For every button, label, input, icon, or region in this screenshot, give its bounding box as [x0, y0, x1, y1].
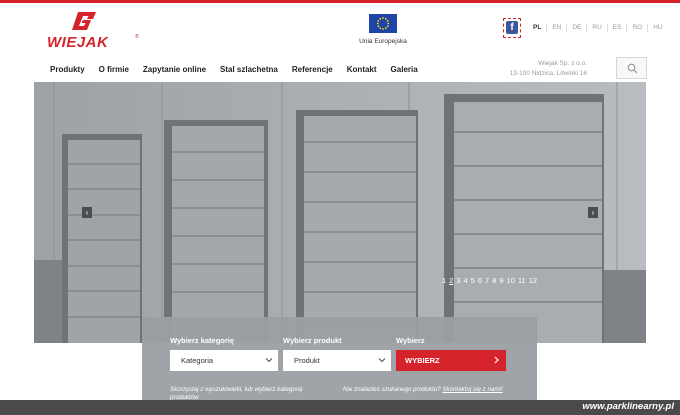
product-select[interactable]: Produkt	[283, 350, 391, 371]
language-es[interactable]: ES	[606, 24, 627, 32]
slide-10-button[interactable]: 10	[507, 276, 515, 285]
slide-11-button[interactable]: 11	[518, 276, 526, 285]
chevron-right-icon	[494, 356, 499, 364]
contact-link[interactable]: Skontaktuj się z nami!	[442, 386, 502, 393]
choose-button-label: WYBIERZ	[405, 356, 440, 365]
language-pl[interactable]: PL	[528, 24, 546, 32]
chevron-down-icon	[378, 358, 386, 363]
slide-2-button[interactable]: 2	[449, 276, 453, 285]
garage-doors-photo	[34, 82, 646, 343]
address-line-1: Wiejak Sp. z o.o.	[538, 60, 587, 67]
action-label: Wybierz	[396, 336, 425, 345]
language-ro[interactable]: RO	[626, 24, 647, 32]
logo-wordmark: WIEJAK	[47, 34, 109, 51]
facebook-icon: f	[506, 21, 518, 34]
slide-7-button[interactable]: 7	[485, 276, 489, 285]
slide-6-button[interactable]: 6	[478, 276, 482, 285]
nav-item-o-firmie[interactable]: O firmie	[99, 65, 129, 74]
contact-hint: Nie znalazłeś szukanego produktu? Skonta…	[343, 386, 533, 394]
slide-12-button[interactable]: 12	[529, 276, 537, 285]
address-line-2: 13-100 Nidzica, Litwinki 16	[509, 70, 587, 77]
wiejak-logo[interactable]: WIEJAK ®	[47, 10, 147, 51]
nav-item-zapytanie-online[interactable]: Zapytanie online	[143, 65, 206, 74]
company-address: Wiejak Sp. z o.o. 13-100 Nidzica, Litwin…	[495, 59, 587, 79]
watermark-text: www.parklinearny.pl	[582, 401, 674, 412]
logo-registered-mark: ®	[135, 34, 139, 40]
nav-item-produkty[interactable]: Produkty	[50, 65, 85, 74]
slide-1-button[interactable]: 1	[442, 276, 446, 285]
slide-8-button[interactable]: 8	[492, 276, 496, 285]
logo-mark-icon	[72, 12, 96, 30]
contact-hint-text: Nie znalazłeś szukanego produktu?	[343, 386, 441, 393]
slide-4-button[interactable]: 4	[464, 276, 468, 285]
chevron-down-icon	[265, 358, 273, 363]
eu-badge[interactable]: Unia Europejska	[357, 14, 409, 45]
nav-item-referencje[interactable]: Referencje	[292, 65, 333, 74]
nav-item-kontakt[interactable]: Kontakt	[347, 65, 377, 74]
search-icon	[627, 63, 638, 74]
facebook-link[interactable]: f	[503, 18, 521, 38]
watermark-bar: www.parklinearny.pl	[0, 400, 680, 415]
category-select-value: Kategoria	[181, 356, 214, 365]
search-button[interactable]	[616, 57, 647, 79]
nav-item-stal-szlachetna[interactable]: Stal szlachetna	[220, 65, 278, 74]
language-ru[interactable]: RU	[586, 24, 606, 32]
main-navigation: Produkty O firmie Zapytanie online Stal szl…	[50, 65, 432, 74]
slider-next-button[interactable]: ›	[588, 207, 598, 218]
category-label: Wybierz kategorię	[170, 336, 235, 345]
product-label: Wybierz produkt	[283, 336, 342, 345]
language-de[interactable]: DE	[566, 24, 586, 32]
slide-5-button[interactable]: 5	[471, 276, 475, 285]
top-accent-strip	[0, 0, 680, 3]
eu-label: Unia Europejska	[359, 38, 407, 45]
language-en[interactable]: EN	[546, 24, 566, 32]
language-hu[interactable]: HU	[647, 24, 667, 32]
choose-button[interactable]: WYBIERZ	[396, 350, 506, 371]
slide-3-button[interactable]: 3	[456, 276, 460, 285]
slider-pagination: 1 2 3 4 5 6 7 8 9 10 11 12	[442, 276, 540, 285]
hero-slider: ‹ › 1 2 3 4 5 6 7 8 9 10 11 12	[34, 82, 646, 343]
slide-9-button[interactable]: 9	[499, 276, 503, 285]
nav-item-galeria[interactable]: Galeria	[391, 65, 418, 74]
slider-prev-button[interactable]: ‹	[82, 207, 92, 218]
eu-flag-icon	[369, 14, 397, 33]
product-select-value: Produkt	[294, 356, 320, 365]
language-switcher: PL EN DE RU ES RO HU	[528, 24, 668, 32]
category-select[interactable]: Kategoria	[170, 350, 278, 371]
